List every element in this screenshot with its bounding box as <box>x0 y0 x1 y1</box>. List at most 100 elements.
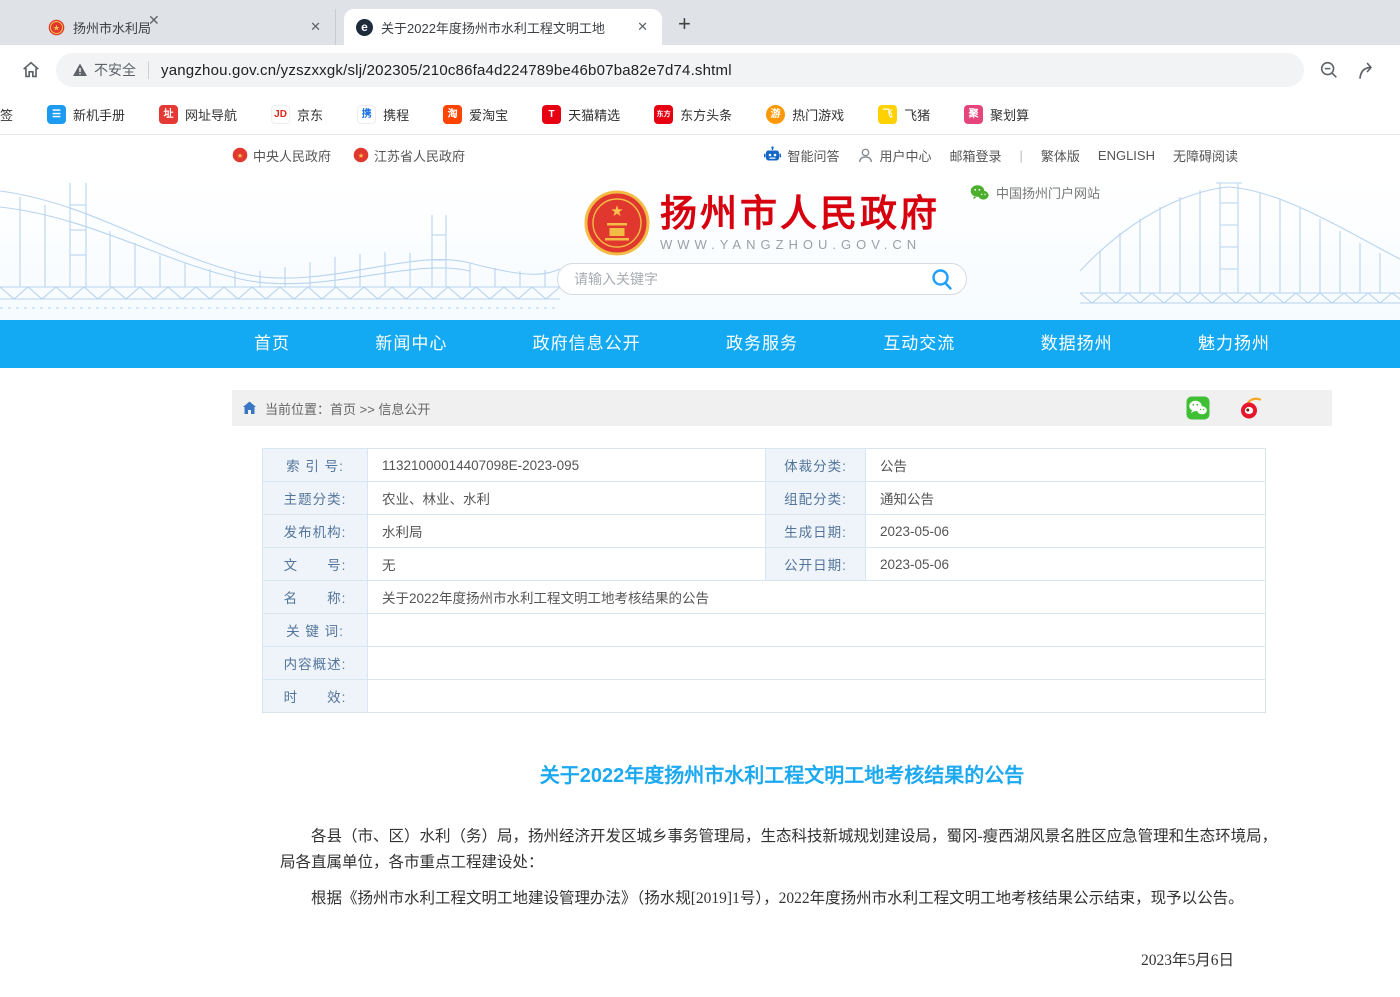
bookmark-label: 爱淘宝 <box>469 105 508 124</box>
link-english[interactable]: ENGLISH <box>1098 148 1155 163</box>
link-label: 智能问答 <box>787 146 839 165</box>
search-icon[interactable] <box>930 267 954 291</box>
link-central-gov[interactable]: ★ 中央人民政府 <box>232 146 331 165</box>
nav-item-services[interactable]: 政务服务 <box>726 320 798 368</box>
address-bar[interactable]: 不安全 yangzhou.gov.cn/yzszxxgk/slj/202305/… <box>56 53 1304 87</box>
meta-value: 11321000014407098E-2023-095 <box>368 449 766 482</box>
bookmark-item[interactable]: 东方 东方头条 <box>654 105 732 124</box>
site-logo[interactable]: ★ 扬州市人民政府 WWW.YANGZHOU.GOV.CN <box>232 190 1292 256</box>
link-traditional-chinese[interactable]: 繁体版 <box>1041 146 1080 165</box>
article-title: 关于2022年度扬州市水利工程文明工地考核结果的公告 <box>280 759 1284 788</box>
site-banner: ★ 扬州市人民政府 WWW.YANGZHOU.GOV.CN 中国扬州门户网站 <box>0 175 1400 320</box>
tab-close-icon[interactable]: ✕ <box>306 17 325 37</box>
divider <box>148 61 149 79</box>
meta-value <box>368 680 1266 713</box>
new-tab-button[interactable]: + <box>678 9 691 39</box>
bookmark-label: 热门游戏 <box>792 105 844 124</box>
meta-value: 农业、林业、水利 <box>368 482 766 515</box>
browser-tab-announcement[interactable]: e 关于2022年度扬州市水利工程文明工地 ✕ <box>344 9 662 45</box>
meta-label: 内容概述: <box>263 647 368 680</box>
browser-toolbar: 不安全 yangzhou.gov.cn/yzszxxgk/slj/202305/… <box>0 45 1400 95</box>
zoom-out-icon[interactable] <box>1318 59 1340 81</box>
bookmark-item[interactable]: JD 京东 <box>271 105 323 124</box>
table-row: 发布机构: 水利局 生成日期: 2023-05-06 <box>263 515 1266 548</box>
bookmark-item[interactable]: 聚 聚划算 <box>964 105 1029 124</box>
nav-item-news[interactable]: 新闻中心 <box>375 320 447 368</box>
portal-link[interactable]: 中国扬州门户网站 <box>970 183 1100 202</box>
site-search <box>557 263 967 295</box>
meta-value: 公告 <box>866 449 1266 482</box>
table-row: 时 效: <box>263 680 1266 713</box>
bookmark-label: 京东 <box>297 105 323 124</box>
bookmarks-bar: 机书签 ☰ 新机手册 址 网址导航 JD 京东 携 携程 淘 爱淘宝 T 天猫精… <box>0 95 1400 135</box>
meta-label: 关 键 词: <box>263 614 368 647</box>
tab-title: 关于2022年度扬州市水利工程文明工地 <box>381 18 625 37</box>
search-input[interactable] <box>574 271 930 287</box>
tab-title: 扬州市水利局 <box>73 18 298 37</box>
svg-text:★: ★ <box>358 152 364 160</box>
breadcrumb-text[interactable]: 当前位置：首页 >> 信息公开 <box>265 399 430 418</box>
gov-top-strip: ★ 中央人民政府 ★ 江苏省人民政府 <box>0 135 1400 175</box>
meta-label: 组配分类: <box>766 482 866 515</box>
bookmark-item[interactable]: T 天猫精选 <box>542 105 620 124</box>
nav-item-data[interactable]: 数据扬州 <box>1041 320 1113 368</box>
meta-label: 公开日期: <box>766 548 866 581</box>
meta-value: 2023-05-06 <box>866 515 1266 548</box>
breadcrumb: 当前位置：首页 >> 信息公开 <box>232 390 1332 426</box>
fliggy-pig-icon: 飞 <box>878 105 897 124</box>
bookmark-label: 机书签 <box>0 105 13 124</box>
nav-item-info-disclosure[interactable]: 政府信息公开 <box>533 320 641 368</box>
bookmark-item[interactable]: 机书签 <box>0 105 13 124</box>
link-accessibility[interactable]: 无障碍阅读 <box>1173 146 1238 165</box>
gov-emblem-icon: ★ <box>353 147 369 163</box>
link-mail-login[interactable]: 邮箱登录 <box>949 146 1001 165</box>
games-icon: 游 <box>766 105 785 124</box>
meta-label: 时 效: <box>263 680 368 713</box>
home-icon[interactable] <box>242 401 257 415</box>
nav-item-interaction[interactable]: 互动交流 <box>883 320 955 368</box>
site-title: 扬州市人民政府 <box>660 194 940 235</box>
main-nav: 首页 新闻中心 政府信息公开 政务服务 互动交流 数据扬州 魅力扬州 <box>0 320 1400 368</box>
meta-value <box>368 647 1266 680</box>
meta-label: 主题分类: <box>263 482 368 515</box>
svg-text:★: ★ <box>610 203 623 220</box>
share-icon[interactable] <box>1356 59 1380 81</box>
tab-close-icon[interactable]: ✕ <box>148 12 160 29</box>
weibo-share-icon[interactable] <box>1238 396 1264 420</box>
meta-label: 体裁分类: <box>766 449 866 482</box>
bookmark-label: 天猫精选 <box>568 105 620 124</box>
browser-tab-water-bureau[interactable]: ★ 扬州市水利局 ✕ <box>36 9 336 45</box>
bookmark-item[interactable]: 携 携程 <box>357 105 409 124</box>
bookmark-label: 东方头条 <box>680 105 732 124</box>
meta-value: 通知公告 <box>866 482 1266 515</box>
nav-item-charm[interactable]: 魅力扬州 <box>1198 320 1270 368</box>
link-user-center[interactable]: 用户中心 <box>857 146 931 165</box>
link-label: 江苏省人民政府 <box>374 146 465 165</box>
gov-emblem-icon: ★ <box>232 147 248 163</box>
manual-icon: ☰ <box>47 105 66 124</box>
bookmark-item[interactable]: 址 网址导航 <box>159 105 237 124</box>
bookmark-item[interactable]: ☰ 新机手册 <box>47 105 125 124</box>
bookmark-label: 飞猪 <box>904 105 930 124</box>
svg-text:★: ★ <box>237 152 243 160</box>
nav-item-home[interactable]: 首页 <box>254 320 290 368</box>
link-label: 用户中心 <box>879 146 931 165</box>
link-smart-qa[interactable]: 智能问答 <box>763 146 839 165</box>
table-row: 文 号: 无 公开日期: 2023-05-06 <box>263 548 1266 581</box>
wechat-share-icon[interactable] <box>1186 396 1210 420</box>
table-row: 内容概述: <box>263 647 1266 680</box>
bookmark-item[interactable]: 飞 飞猪 <box>878 105 930 124</box>
bookmark-item[interactable]: 淘 爱淘宝 <box>443 105 508 124</box>
home-icon[interactable] <box>20 59 42 81</box>
portal-label: 中国扬州门户网站 <box>996 183 1100 202</box>
bookmark-item[interactable]: 游 热门游戏 <box>766 105 844 124</box>
taobao-icon: 淘 <box>443 105 462 124</box>
wechat-icon <box>970 184 989 201</box>
security-label: 不安全 <box>94 60 136 80</box>
link-jiangsu-gov[interactable]: ★ 江苏省人民政府 <box>353 146 465 165</box>
bookmark-label: 携程 <box>383 105 409 124</box>
tab-close-icon[interactable]: ✕ <box>633 17 652 37</box>
meta-label: 发布机构: <box>263 515 368 548</box>
url-text[interactable]: yangzhou.gov.cn/yzszxxgk/slj/202305/210c… <box>161 62 732 79</box>
table-row: 主题分类: 农业、林业、水利 组配分类: 通知公告 <box>263 482 1266 515</box>
